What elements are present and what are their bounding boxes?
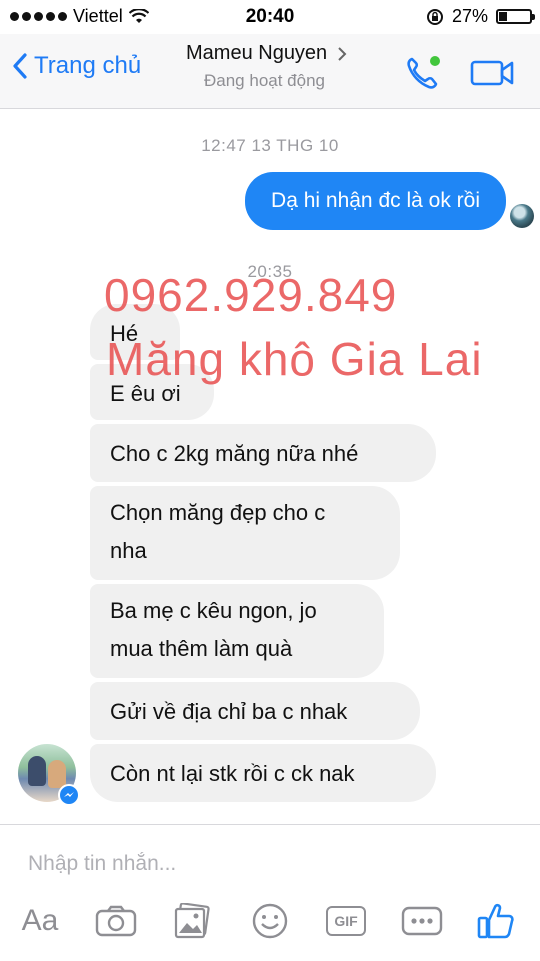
watermark-brand: Măng khô Gia Lai bbox=[106, 333, 483, 385]
gif-icon: GIF bbox=[326, 906, 366, 936]
gallery-icon bbox=[174, 903, 210, 939]
contact-status: Đang hoạt động bbox=[204, 71, 325, 90]
outgoing-message[interactable]: Dạ hi nhận đc là ok rồi bbox=[245, 172, 506, 230]
incoming-message[interactable]: Ba mẹ c kêu ngon, jo mua thêm làm quà bbox=[90, 584, 384, 678]
message-line: nha bbox=[110, 538, 147, 563]
more-icon bbox=[401, 906, 443, 936]
emoji-icon bbox=[252, 903, 288, 939]
message-text: Cho c 2kg măng nữa nhé bbox=[110, 441, 359, 466]
battery-icon bbox=[496, 9, 535, 24]
rotation-lock-icon bbox=[426, 8, 443, 25]
status-right: 27% bbox=[426, 6, 535, 27]
back-button[interactable]: Trang chủ bbox=[12, 52, 141, 80]
gallery-button[interactable] bbox=[168, 897, 216, 945]
battery-percent: 27% bbox=[451, 6, 488, 26]
messenger-badge-icon bbox=[58, 784, 80, 806]
video-call-icon[interactable] bbox=[470, 58, 516, 88]
gif-button[interactable]: GIF bbox=[322, 897, 370, 945]
incoming-message[interactable]: Gửi về địa chỉ ba c nhak bbox=[90, 682, 420, 740]
message-line: mua thêm làm quà bbox=[110, 636, 293, 661]
message-composer: Aa G bbox=[0, 824, 540, 961]
conversation-header: Trang chủ Mameu Nguyen Đang hoạt động bbox=[0, 34, 540, 109]
aa-label: Aa bbox=[21, 904, 59, 937]
incoming-message[interactable]: Còn nt lại stk rồi c ck nak bbox=[90, 744, 436, 802]
camera-button[interactable] bbox=[92, 897, 140, 945]
status-bar: Viettel 20:40 27% bbox=[0, 0, 540, 34]
timestamp: 12:47 13 THG 10 bbox=[201, 136, 339, 155]
contact-name: Mameu Nguyen bbox=[186, 42, 328, 64]
more-button[interactable] bbox=[398, 897, 446, 945]
composer-toolbar: Aa GIF bbox=[0, 897, 540, 953]
emoji-button[interactable] bbox=[246, 897, 294, 945]
incoming-message[interactable]: Cho c 2kg măng nữa nhé bbox=[90, 424, 436, 482]
camera-icon bbox=[95, 905, 137, 937]
like-icon bbox=[477, 903, 514, 939]
text-style-button[interactable]: Aa bbox=[16, 897, 64, 945]
phone-call-icon[interactable] bbox=[404, 54, 442, 92]
seen-avatar bbox=[510, 204, 534, 228]
back-chevron-icon bbox=[13, 53, 27, 79]
message-text: Còn nt lại stk rồi c ck nak bbox=[110, 761, 355, 786]
gif-label: GIF bbox=[334, 913, 358, 929]
chevron-right-icon bbox=[338, 46, 347, 61]
message-line: Ba mẹ c kêu ngon, jo bbox=[110, 598, 317, 623]
back-label: Trang chủ bbox=[34, 52, 142, 79]
message-text: Gửi về địa chỉ ba c nhak bbox=[110, 699, 348, 724]
contact-info[interactable]: Mameu Nguyen Đang hoạt động bbox=[186, 42, 376, 91]
message-line: Chọn măng đẹp cho c bbox=[110, 500, 326, 525]
contact-name-row: Mameu Nguyen bbox=[186, 42, 376, 65]
watermark-phone: 0962.929.849 bbox=[104, 269, 398, 321]
like-button[interactable] bbox=[472, 897, 520, 945]
incoming-message[interactable]: Chọn măng đẹp cho c nha bbox=[90, 486, 400, 580]
message-input[interactable] bbox=[26, 847, 510, 881]
